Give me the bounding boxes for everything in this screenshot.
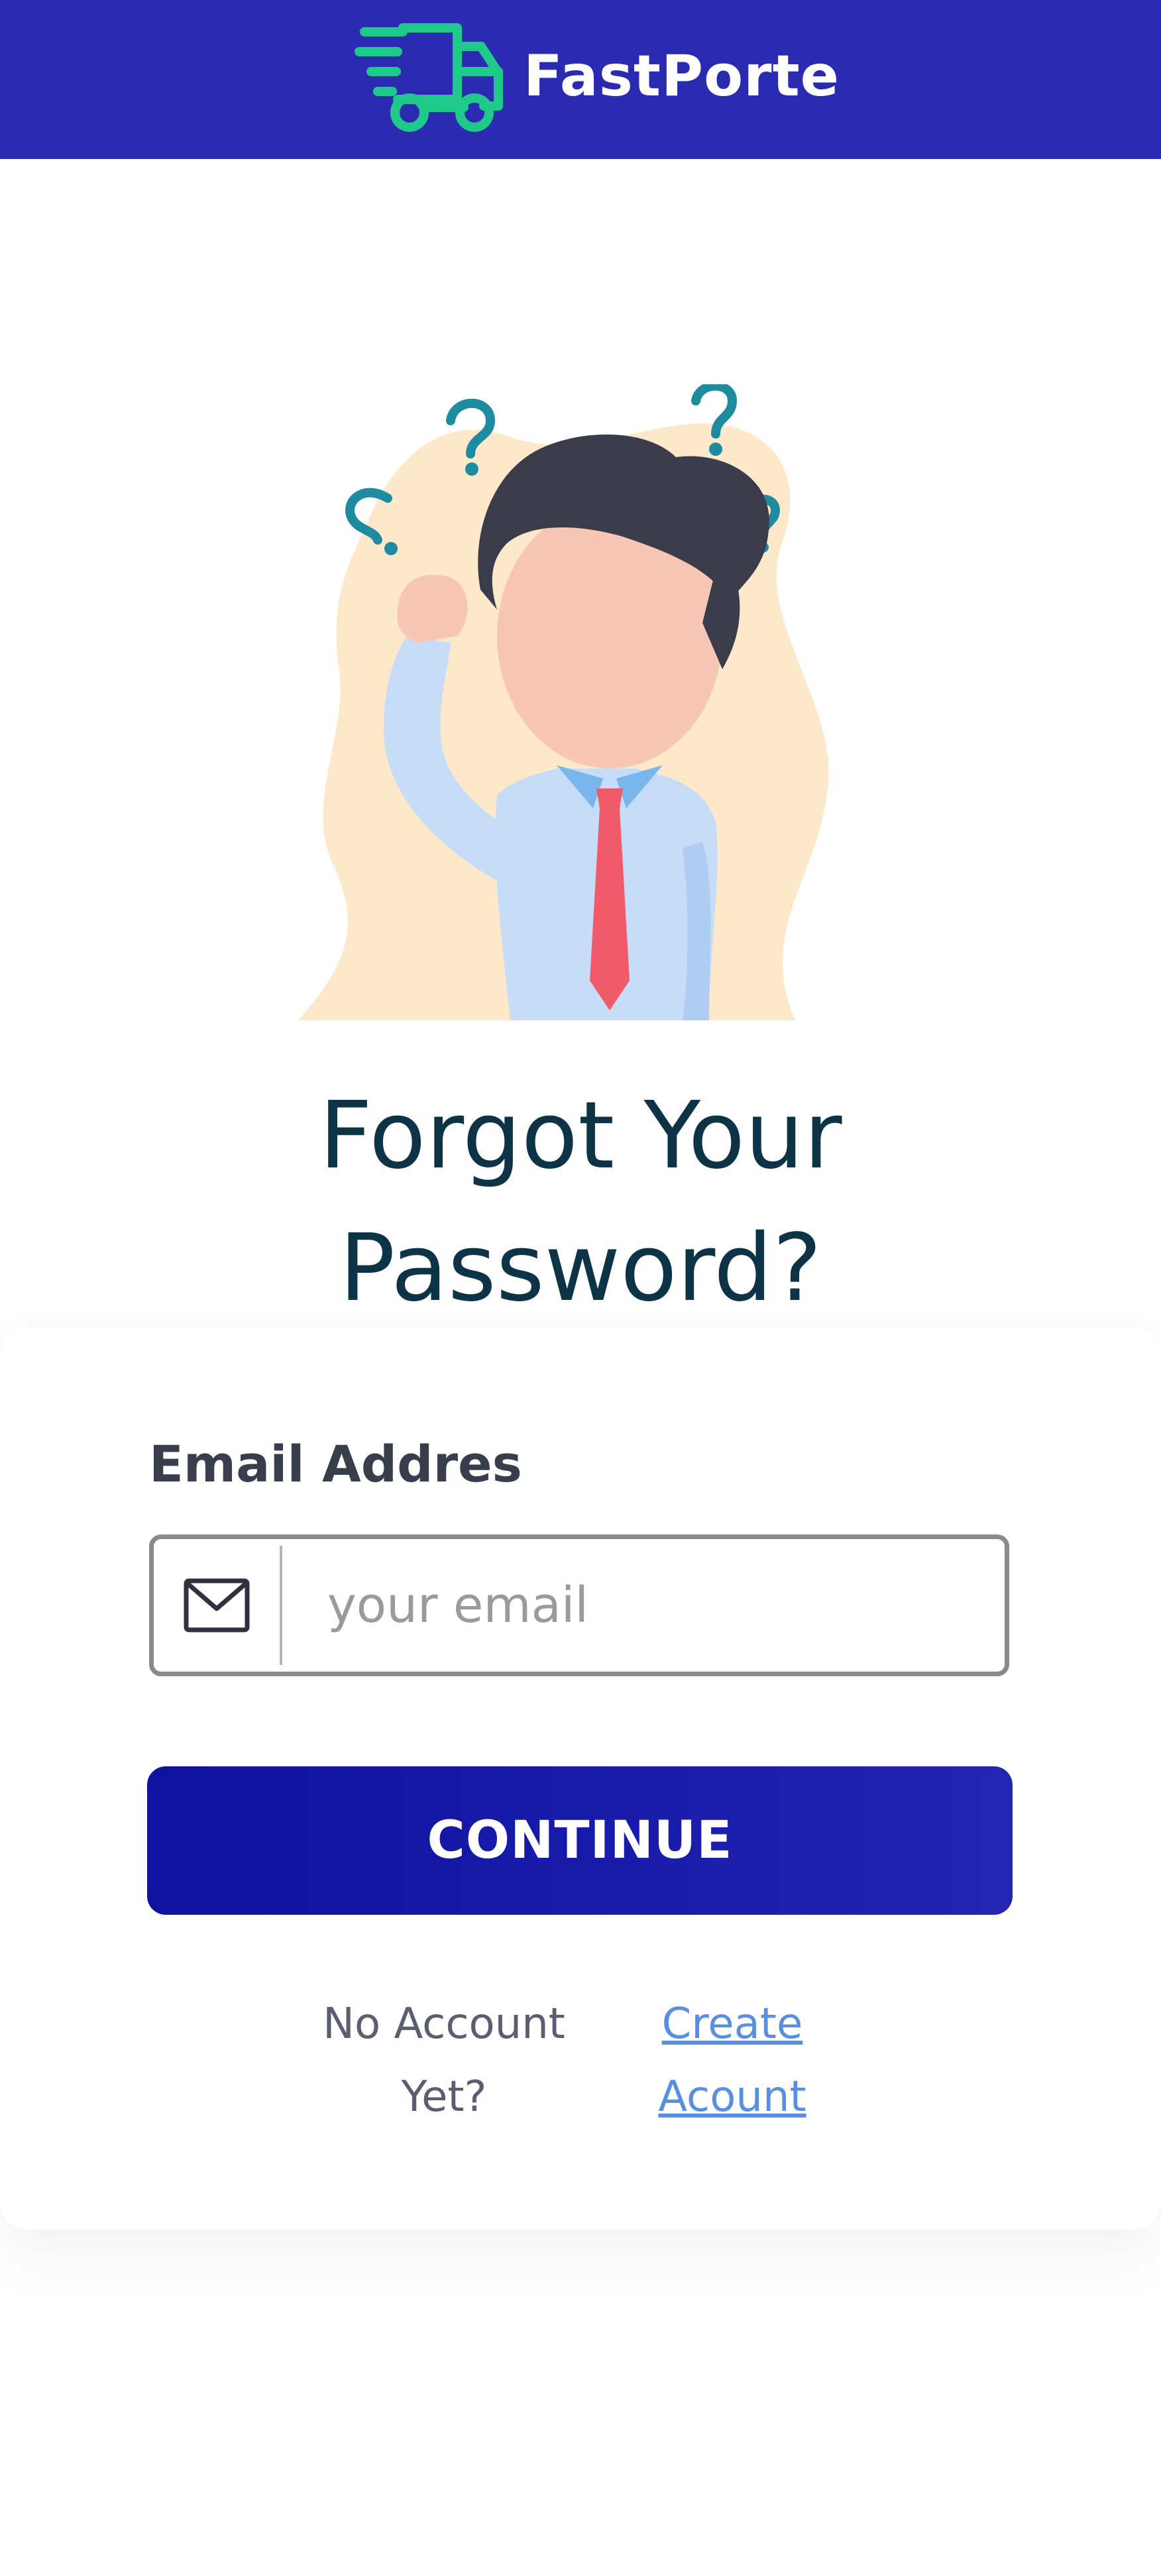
create-account-line1: Create [661,2000,803,2049]
no-account-line2: Yet? [401,2072,487,2121]
envelope-icon [154,1539,280,1672]
email-label: Email Addres [149,1434,522,1493]
page-title: Forgot Your Password? [0,1070,1161,1335]
create-account-line2: Acount [658,2072,806,2121]
no-account-text: No Account Yet? [305,1988,583,2133]
create-account-link[interactable]: Create Acount [636,1988,828,2133]
app-header: FastPorte [0,0,1161,159]
forgot-password-page: FastPorte Forgot Your Password? Email Ad… [0,0,1161,2576]
confused-person-illustration [298,384,829,1020]
delivery-truck-icon [355,23,503,132]
email-input[interactable] [282,1576,991,1635]
brand[interactable]: FastPorte [351,20,840,133]
email-field[interactable] [149,1534,1009,1676]
brand-name: FastPorte [524,43,840,109]
continue-button[interactable]: CONTINUE [147,1766,1013,1915]
page-title-line1: Forgot Your [319,1082,842,1190]
no-account-line1: No Account [323,2000,565,2049]
page-title-line2: Password? [339,1214,822,1322]
